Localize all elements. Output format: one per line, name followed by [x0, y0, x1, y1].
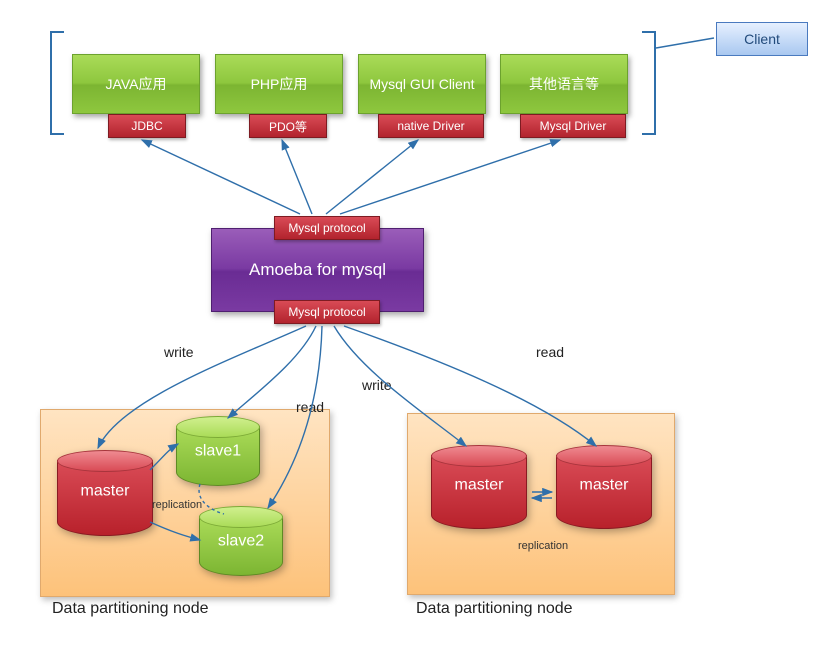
cyl-left-master-label: master — [81, 483, 130, 500]
cyl-right-master2: master — [556, 455, 652, 527]
protocol-top: Mysql protocol — [274, 216, 380, 240]
driver-pdo-label: PDO等 — [269, 118, 307, 135]
label-replication-right: replication — [518, 540, 568, 552]
label-replication-left: replication — [152, 499, 202, 511]
cyl-left-master: master — [57, 460, 153, 534]
label-read-left: read — [296, 399, 324, 415]
cyl-slave1-label: slave1 — [195, 443, 241, 460]
protocol-bottom-label: Mysql protocol — [288, 305, 365, 319]
cyl-slave1: slave1 — [176, 426, 260, 484]
cyl-slave2-label: slave2 — [218, 533, 264, 550]
driver-jdbc: JDBC — [108, 114, 186, 138]
protocol-top-label: Mysql protocol — [288, 221, 365, 235]
label-read-right: read — [536, 344, 564, 360]
client-label: Client — [744, 31, 780, 47]
app-java: JAVA应用 — [72, 54, 200, 114]
cyl-right-master1: master — [431, 455, 527, 527]
cyl-right-master2-label: master — [580, 477, 629, 494]
app-java-title: JAVA应用 — [106, 74, 167, 94]
bracket-left — [50, 31, 64, 135]
cyl-right-master1-label: master — [455, 477, 504, 494]
bracket-right — [642, 31, 656, 135]
amoeba-title: Amoeba for mysql — [249, 260, 386, 280]
label-write-left: write — [164, 344, 194, 360]
driver-mysql: Mysql Driver — [520, 114, 626, 138]
client-box: Client — [716, 22, 808, 56]
driver-native: native Driver — [378, 114, 484, 138]
partition-left-label: Data partitioning node — [52, 600, 209, 618]
app-php: PHP应用 — [215, 54, 343, 114]
app-gui-title: Mysql GUI Client — [369, 76, 474, 92]
driver-pdo: PDO等 — [249, 114, 327, 138]
driver-jdbc-label: JDBC — [131, 119, 162, 133]
partition-right-label: Data partitioning node — [416, 600, 573, 618]
label-write-right: write — [362, 377, 392, 393]
driver-native-label: native Driver — [397, 119, 464, 133]
driver-mysql-label: Mysql Driver — [540, 119, 607, 133]
app-php-title: PHP应用 — [251, 74, 308, 94]
app-other-title: 其他语言等 — [529, 74, 599, 94]
protocol-bottom: Mysql protocol — [274, 300, 380, 324]
app-gui: Mysql GUI Client — [358, 54, 486, 114]
app-other: 其他语言等 — [500, 54, 628, 114]
cyl-slave2: slave2 — [199, 516, 283, 574]
